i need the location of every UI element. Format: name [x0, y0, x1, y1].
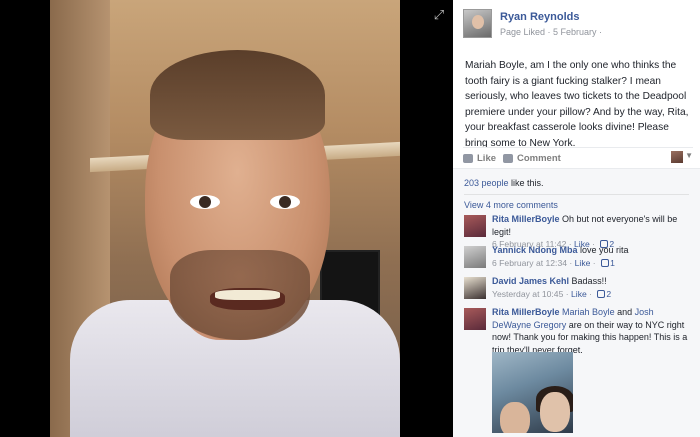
post-text: Mariah Boyle, am I the only one who thin… — [465, 60, 689, 149]
comment-label: Comment — [517, 153, 561, 164]
action-bar: Like Comment ▼ — [463, 147, 693, 167]
likes-count-link[interactable]: 203 people — [464, 178, 509, 188]
comment-meta: 6 February at 12:34 · Like · 1 — [492, 257, 615, 268]
commenter-avatar[interactable] — [464, 215, 486, 237]
comment-text: and — [614, 307, 635, 317]
comment-author[interactable]: Yannick Ndong Mba — [492, 245, 578, 255]
thumbs-up-icon — [601, 258, 610, 267]
comment-like-count[interactable]: 2 — [606, 289, 611, 299]
comment-like-link[interactable]: Like — [575, 258, 591, 268]
comment-time[interactable]: Yesterday at 10:45 — [492, 289, 563, 299]
commenter-avatar[interactable] — [464, 277, 486, 299]
photo-eye-right — [270, 195, 300, 209]
photo-eye-left — [190, 195, 220, 209]
post-photo[interactable] — [50, 0, 400, 437]
comment-author[interactable]: Rita MillerBoyle — [492, 307, 560, 317]
post-header: Ryan Reynolds Page Liked · 5 February · — [463, 9, 693, 41]
photo-viewer: ⤢ — [0, 0, 453, 437]
comment-author[interactable]: David James Kehl — [492, 276, 569, 286]
view-more-comments-link[interactable]: View 4 more comments — [464, 200, 558, 210]
comment-like-link[interactable]: Like — [571, 289, 587, 299]
like-button[interactable]: Like — [463, 153, 496, 164]
post-side-panel: Ryan Reynolds Page Liked · 5 February · … — [453, 0, 700, 437]
thumbs-up-icon — [597, 289, 606, 298]
likes-summary: 203 people like this. — [464, 178, 544, 188]
caret-down-icon[interactable]: ▼ — [685, 151, 693, 160]
comment-body: Yannick Ndong Mba love you rita 6 Februa… — [492, 244, 692, 269]
comment-body: David James Kehl Badass!! Yesterday at 1… — [492, 275, 692, 300]
comment-time[interactable]: 6 February at 12:34 — [492, 258, 567, 268]
like-label: Like — [477, 153, 497, 164]
attached-photo-person — [500, 402, 530, 433]
attached-photo-person — [540, 392, 570, 432]
comment-text: Badass!! — [569, 276, 607, 286]
expand-icon[interactable]: ⤢ — [432, 8, 446, 22]
photo-hair — [150, 50, 325, 140]
feedback-section: 203 people like this. View 4 more commen… — [453, 168, 700, 437]
commenter-avatar[interactable] — [464, 246, 486, 268]
comment-like-count[interactable]: 1 — [610, 258, 615, 268]
comment-meta: Yesterday at 10:45 · Like · 2 — [492, 288, 612, 299]
comment-icon — [503, 154, 513, 163]
post-meta: Page Liked · 5 February · — [500, 27, 603, 37]
comment-text: love you rita — [577, 245, 629, 255]
acting-as-avatar[interactable] — [671, 151, 683, 163]
like-icon — [463, 154, 473, 163]
page-avatar[interactable] — [463, 9, 492, 38]
comment-attached-photo[interactable] — [492, 352, 573, 433]
photo-teeth — [215, 290, 280, 300]
divider — [464, 194, 689, 195]
likes-suffix: like this. — [508, 178, 544, 188]
comment-mention[interactable]: Mariah Boyle — [562, 307, 615, 317]
page-name-link[interactable]: Ryan Reynolds — [500, 11, 579, 23]
comment-body: Rita MillerBoyle Mariah Boyle and Josh D… — [492, 306, 692, 356]
commenter-avatar[interactable] — [464, 308, 486, 330]
comment-author[interactable]: Rita MillerBoyle — [492, 214, 560, 224]
